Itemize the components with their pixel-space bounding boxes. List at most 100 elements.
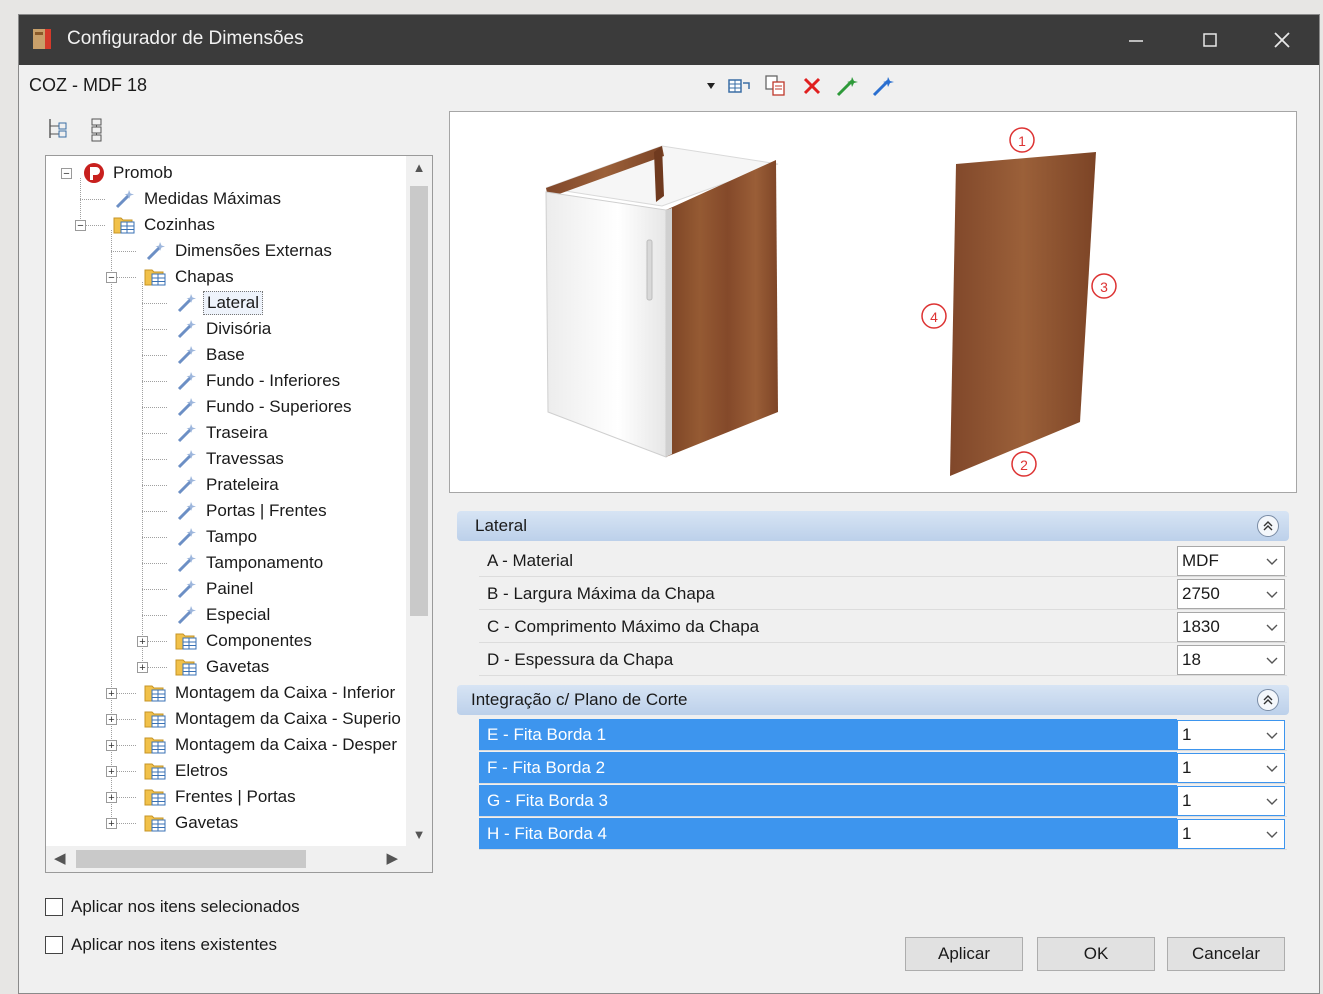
tree-expand-icon[interactable]: + <box>106 766 117 778</box>
toolbar-dropdown-button[interactable] <box>703 72 719 100</box>
property-section-header[interactable]: Lateral <box>457 511 1289 541</box>
tree-item[interactable]: Montagem da Caixa - Superio <box>144 706 404 732</box>
tree-item[interactable]: Gavetas <box>144 810 241 836</box>
scroll-right-icon[interactable]: ▶ <box>386 849 398 867</box>
scroll-left-icon[interactable]: ◀ <box>54 849 66 867</box>
tree-item[interactable]: Medidas Máximas <box>113 186 284 212</box>
tree-item[interactable]: Chapas <box>144 264 237 290</box>
tree-expand-icon[interactable]: + <box>137 636 148 648</box>
promob-logo-icon <box>82 162 106 184</box>
apply-existing-option[interactable]: Aplicar nos itens existentes <box>45 935 277 955</box>
property-value: 1830 <box>1182 617 1220 636</box>
property-value-dropdown[interactable]: 1 <box>1177 786 1285 816</box>
tree-item[interactable]: Base <box>175 342 248 368</box>
tree-expand-icon[interactable]: + <box>106 740 117 752</box>
edit-config-button[interactable] <box>869 72 899 100</box>
tree-item[interactable]: Dimensões Externas <box>144 238 335 264</box>
tree-expand-icon[interactable]: + <box>106 714 117 726</box>
minimize-button[interactable] <box>1101 15 1171 65</box>
tree-item[interactable]: Cozinhas <box>113 212 218 238</box>
close-button[interactable] <box>1247 15 1317 65</box>
property-row[interactable]: A - Material MDF <box>479 545 1287 577</box>
tree-item[interactable]: Travessas <box>175 446 287 472</box>
property-value-dropdown[interactable]: 1 <box>1177 720 1285 750</box>
tree-collapse-icon[interactable]: − <box>61 168 72 180</box>
tree-collapse-icon[interactable]: − <box>106 272 117 284</box>
tree-expand-icon[interactable]: + <box>106 792 117 804</box>
collapse-tree-button[interactable] <box>83 115 111 143</box>
title-bar[interactable]: Configurador de Dimensões <box>19 15 1319 65</box>
chevron-down-icon <box>1266 787 1278 815</box>
config-wand-icon <box>175 422 199 444</box>
tree-item[interactable]: Montagem da Caixa - Desper <box>144 732 400 758</box>
copy-button[interactable] <box>761 72 791 100</box>
export-button[interactable] <box>725 72 755 100</box>
property-row[interactable]: B - Largura Máxima da Chapa 2750 <box>479 578 1287 610</box>
apply-existing-checkbox[interactable] <box>45 936 63 954</box>
tree-collapse-icon[interactable]: − <box>75 220 86 232</box>
tree-item[interactable]: Tamponamento <box>175 550 326 576</box>
delete-button[interactable] <box>797 72 827 100</box>
apply-button[interactable]: Aplicar <box>905 937 1023 971</box>
tree-item[interactable]: Componentes <box>175 628 315 654</box>
property-section-header[interactable]: Integração c/ Plano de Corte <box>457 685 1289 715</box>
tree-item[interactable]: Fundo - Superiores <box>175 394 355 420</box>
expand-tree-button[interactable] <box>43 115 71 143</box>
tree-expand-icon[interactable]: + <box>106 818 117 830</box>
scroll-up-icon[interactable]: ▲ <box>406 160 432 175</box>
property-row[interactable]: F - Fita Borda 2 1 <box>479 752 1287 784</box>
scroll-down-icon[interactable]: ▼ <box>406 827 432 842</box>
collapse-section-icon[interactable] <box>1257 515 1279 537</box>
property-value-dropdown[interactable]: 1 <box>1177 753 1285 783</box>
property-value-dropdown[interactable]: MDF <box>1177 546 1285 576</box>
preview-canvas: 1 2 3 4 <box>545 127 1117 477</box>
tree-expand-icon[interactable]: + <box>106 688 117 700</box>
tree-item[interactable]: Gavetas <box>175 654 272 680</box>
tree-item[interactable]: Especial <box>175 602 273 628</box>
tree-connector <box>142 282 143 667</box>
cancel-button[interactable]: Cancelar <box>1167 937 1285 971</box>
tree-item[interactable]: Montagem da Caixa - Inferior <box>144 680 398 706</box>
ok-button[interactable]: OK <box>1037 937 1155 971</box>
tree-item-label: Componentes <box>206 631 312 650</box>
tree-item[interactable]: Divisória <box>175 316 274 342</box>
chevron-down-icon <box>1266 547 1278 575</box>
tree-item[interactable]: Prateleira <box>175 472 282 498</box>
property-row[interactable]: D - Espessura da Chapa 18 <box>479 644 1287 676</box>
tree-item[interactable]: Traseira <box>175 420 271 446</box>
delete-x-icon <box>803 77 821 95</box>
wand-green-icon <box>836 77 858 97</box>
property-row[interactable]: E - Fita Borda 1 1 <box>479 719 1287 751</box>
property-value-dropdown[interactable]: 18 <box>1177 645 1285 675</box>
tree-item[interactable]: Fundo - Inferiores <box>175 368 343 394</box>
tree-connector <box>80 199 105 200</box>
maximize-button[interactable] <box>1175 15 1245 65</box>
folder-table-icon <box>113 214 137 236</box>
scroll-thumb-horizontal[interactable] <box>76 850 306 868</box>
property-value-dropdown[interactable]: 1 <box>1177 819 1285 849</box>
property-row[interactable]: H - Fita Borda 4 1 <box>479 818 1287 850</box>
tree-item[interactable]: Tampo <box>175 524 260 550</box>
property-value-dropdown[interactable]: 1830 <box>1177 612 1285 642</box>
tree-item[interactable]: Portas | Frentes <box>175 498 330 524</box>
scroll-thumb[interactable] <box>410 186 428 616</box>
folder-table-icon <box>144 760 168 782</box>
category-tree[interactable]: Promob − Medidas Máximas Cozinhas − Dimensões… <box>45 155 433 873</box>
tree-expand-icon[interactable]: + <box>137 662 148 674</box>
tree-horizontal-scrollbar[interactable]: ◀ ▶ <box>46 846 432 872</box>
apply-config-button[interactable] <box>833 72 863 100</box>
tree-connector <box>142 511 167 512</box>
tree-vertical-scrollbar[interactable]: ▲ ▼ <box>406 156 432 846</box>
tree-item[interactable]: Frentes | Portas <box>144 784 299 810</box>
property-row[interactable]: G - Fita Borda 3 1 <box>479 785 1287 817</box>
property-value-dropdown[interactable]: 2750 <box>1177 579 1285 609</box>
collapse-section-icon[interactable] <box>1257 689 1279 711</box>
tree-item[interactable]: Lateral <box>175 290 263 316</box>
tree-item[interactable]: Promob <box>82 160 176 186</box>
property-row[interactable]: C - Comprimento Máximo da Chapa 1830 <box>479 611 1287 643</box>
config-wand-icon <box>175 344 199 366</box>
tree-item[interactable]: Painel <box>175 576 256 602</box>
apply-selected-checkbox[interactable] <box>45 898 63 916</box>
tree-item[interactable]: Eletros <box>144 758 231 784</box>
apply-selected-option[interactable]: Aplicar nos itens selecionados <box>45 897 300 917</box>
